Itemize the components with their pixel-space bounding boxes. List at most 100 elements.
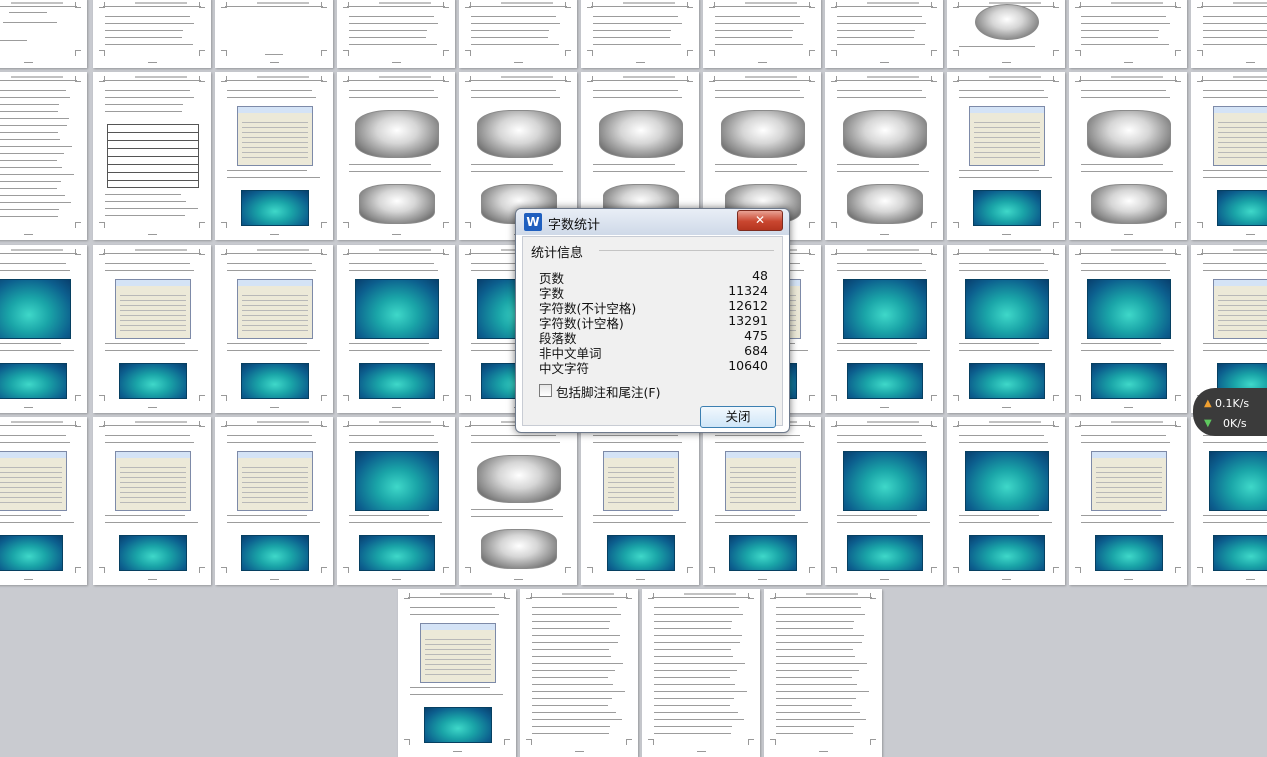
- page-thumbnail[interactable]: [215, 245, 333, 413]
- margin-mark: [343, 567, 349, 573]
- text-line: [593, 44, 681, 45]
- text-line: [349, 37, 426, 38]
- dialog-titlebar[interactable]: W 字数统计 ✕: [516, 209, 789, 235]
- page-thumbnail[interactable]: [825, 72, 943, 240]
- text-line: [654, 719, 744, 720]
- page-thumbnail[interactable]: [825, 0, 943, 68]
- text-line: [105, 442, 194, 443]
- screenshot-figure: [115, 451, 191, 511]
- text-line: [0, 195, 65, 196]
- page-thumbnail[interactable]: [93, 417, 211, 585]
- margin-mark: [831, 395, 837, 401]
- close-button[interactable]: 关闭: [700, 406, 776, 428]
- page-thumbnail[interactable]: [215, 72, 333, 240]
- page-thumbnail[interactable]: [947, 0, 1065, 68]
- page-thumbnail[interactable]: [337, 72, 455, 240]
- text-line: [105, 194, 181, 195]
- page-thumbnail[interactable]: [337, 417, 455, 585]
- page-thumbnail[interactable]: [337, 245, 455, 413]
- page-thumbnail[interactable]: [825, 417, 943, 585]
- simulation-figure: [1091, 363, 1167, 399]
- page-thumbnail[interactable]: [642, 589, 760, 757]
- margin-mark: [953, 249, 959, 255]
- page-thumbnail[interactable]: [581, 0, 699, 68]
- simulation-figure: [359, 363, 435, 399]
- include-footnotes-label[interactable]: 包括脚注和尾注(F): [556, 382, 660, 401]
- page-thumbnail[interactable]: [459, 0, 577, 68]
- text-line: [654, 684, 735, 685]
- page-thumbnail[interactable]: [93, 245, 211, 413]
- page-thumbnail[interactable]: [1069, 245, 1187, 413]
- wps-writer-icon: W: [524, 213, 542, 231]
- page-thumbnail[interactable]: [947, 245, 1065, 413]
- page-thumbnail[interactable]: [703, 0, 821, 68]
- text-line: [227, 343, 307, 344]
- page-thumbnail[interactable]: [1191, 0, 1267, 68]
- text-line: [532, 719, 622, 720]
- text-line: [1081, 442, 1170, 443]
- text-line: [776, 726, 854, 727]
- margin-mark: [870, 593, 876, 599]
- simulation-figure: [359, 535, 435, 571]
- text-line: [959, 90, 1044, 91]
- simulation-figure: [1213, 535, 1267, 571]
- text-line: [532, 691, 625, 692]
- margin-mark: [199, 76, 205, 82]
- screenshot-figure: [725, 451, 801, 511]
- close-icon[interactable]: ✕: [737, 210, 783, 231]
- text-line: [1081, 37, 1158, 38]
- text-line: [227, 442, 316, 443]
- include-footnotes-checkbox[interactable]: [539, 384, 552, 397]
- margin-mark: [321, 2, 327, 8]
- render-figure: [599, 110, 683, 158]
- page-thumbnail[interactable]: [93, 0, 211, 68]
- margin-mark: [1197, 567, 1203, 573]
- margin-mark: [321, 222, 327, 228]
- page-thumbnail[interactable]: [215, 417, 333, 585]
- page-number: [392, 62, 401, 63]
- page-thumbnail[interactable]: [398, 589, 516, 757]
- page-thumbnail[interactable]: [1191, 72, 1267, 240]
- page-thumbnail[interactable]: [581, 417, 699, 585]
- page-thumbnail[interactable]: [947, 417, 1065, 585]
- text-line: [532, 726, 610, 727]
- text-line: [593, 171, 685, 172]
- page-thumbnail[interactable]: [0, 245, 87, 413]
- margin-mark: [1175, 395, 1181, 401]
- net-speed-widget[interactable]: ▲ 0.1K/s ▼ 0K/s: [1193, 388, 1267, 436]
- page-thumbnail[interactable]: [215, 0, 333, 68]
- text-line: [471, 442, 560, 443]
- page-thumbnail[interactable]: [520, 589, 638, 757]
- page-thumbnail[interactable]: [825, 245, 943, 413]
- text-line: [410, 607, 495, 608]
- page-thumbnail[interactable]: [0, 417, 87, 585]
- page-thumbnail[interactable]: [703, 417, 821, 585]
- text-line: [532, 635, 620, 636]
- page-thumbnail[interactable]: [0, 72, 87, 240]
- page-header-rule: [347, 2, 445, 7]
- simulation-figure: [119, 363, 187, 399]
- page-thumbnail[interactable]: [337, 0, 455, 68]
- page-thumbnail[interactable]: [459, 417, 577, 585]
- text-line: [349, 44, 437, 45]
- page-thumbnail[interactable]: [0, 0, 87, 68]
- page-thumbnail[interactable]: [93, 72, 211, 240]
- simulation-figure: [355, 279, 439, 339]
- page-thumbnail[interactable]: [764, 589, 882, 757]
- page-thumbnail[interactable]: [1069, 0, 1187, 68]
- text-line: [471, 37, 548, 38]
- page-thumbnail[interactable]: [1191, 417, 1267, 585]
- render-figure: [847, 184, 923, 224]
- page-thumbnail[interactable]: [1069, 417, 1187, 585]
- page-thumbnail[interactable]: [947, 72, 1065, 240]
- margin-mark: [504, 593, 510, 599]
- text-line: [0, 111, 58, 112]
- page-header-rule: [0, 249, 77, 254]
- page-header-rule: [0, 2, 77, 7]
- page-thumbnail[interactable]: [1069, 72, 1187, 240]
- simulation-figure: [0, 535, 63, 571]
- margin-mark: [404, 593, 410, 599]
- page-number: [758, 62, 767, 63]
- text-line: [1081, 30, 1159, 31]
- margin-mark: [321, 50, 327, 56]
